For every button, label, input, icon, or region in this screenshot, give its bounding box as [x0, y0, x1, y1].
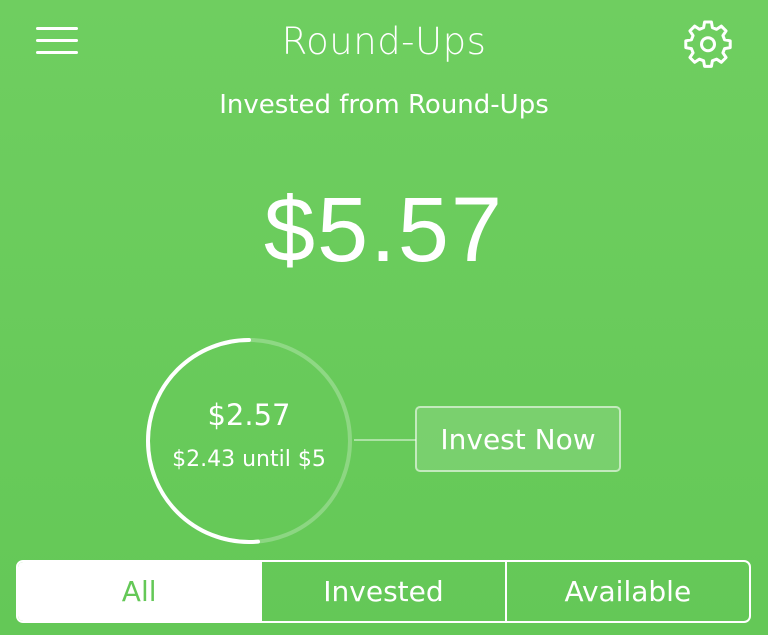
invest-now-button[interactable]: Invest Now [415, 406, 621, 472]
invested-subtitle: Invested from Round-Ups [219, 90, 549, 120]
filter-segmented-control: All Invested Available [16, 560, 751, 623]
tab-available[interactable]: Available [504, 562, 749, 621]
page-title: Round-Ups [281, 20, 487, 63]
pending-amount: $2.57 [207, 398, 291, 432]
connector-line [354, 439, 416, 441]
tab-invested[interactable]: Invested [260, 562, 504, 621]
gear-icon[interactable] [682, 17, 734, 69]
tab-all[interactable]: All [18, 562, 261, 621]
progress-ring [146, 338, 352, 544]
round-ups-screen: Round-Ups Invested from Round-Ups $5.57 … [0, 0, 768, 635]
total-invested-amount: $5.57 [263, 179, 505, 281]
remaining-until-text: $2.43 until $5 [172, 447, 326, 472]
